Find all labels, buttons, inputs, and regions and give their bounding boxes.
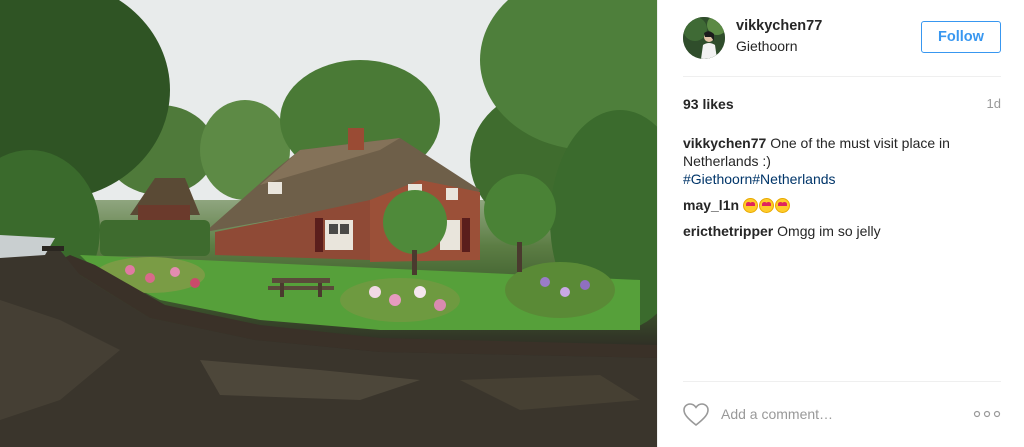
heart-eyes-emoji — [758, 198, 774, 213]
heart-eyes-emoji — [774, 198, 790, 213]
canal-house-scene — [0, 0, 657, 447]
post-footer — [658, 381, 1024, 447]
post-location[interactable]: Giethoorn — [736, 38, 797, 54]
header-divider — [683, 76, 1001, 77]
post-username[interactable]: vikkychen77 — [736, 18, 822, 34]
avatar-image — [683, 17, 725, 59]
comment-username[interactable]: may_l1n — [683, 197, 739, 213]
post-time[interactable]: 1d — [987, 96, 1001, 111]
comment-item: vikkychen77 One of the must visit place … — [683, 134, 1001, 188]
avatar[interactable] — [683, 17, 725, 59]
heart-icon[interactable] — [683, 403, 709, 427]
comment-hashtags[interactable]: #Giethoorn#Netherlands — [683, 171, 836, 187]
comment-username[interactable]: ericthetripper — [683, 223, 773, 239]
post-photo[interactable] — [0, 0, 657, 447]
more-options-icon[interactable] — [973, 409, 1001, 419]
post-header: vikkychen77 Giethoorn Follow — [658, 0, 1024, 76]
comment-username[interactable]: vikkychen77 — [683, 135, 766, 151]
comment-item: may_l1n — [683, 196, 1001, 214]
comment-text: Omgg im so jelly — [777, 223, 881, 239]
heart-eyes-emoji — [742, 198, 758, 213]
comment-item: ericthetripper Omgg im so jelly — [683, 222, 1001, 240]
comment-input[interactable] — [721, 403, 961, 425]
follow-button[interactable]: Follow — [921, 21, 1001, 53]
likes-row: 93 likes 1d — [683, 96, 1001, 114]
likes-count[interactable]: 93 likes — [683, 96, 734, 112]
post-sidebar: vikkychen77 Giethoorn Follow 93 likes 1d… — [657, 0, 1024, 447]
comments-list: vikkychen77 One of the must visit place … — [683, 134, 1001, 248]
